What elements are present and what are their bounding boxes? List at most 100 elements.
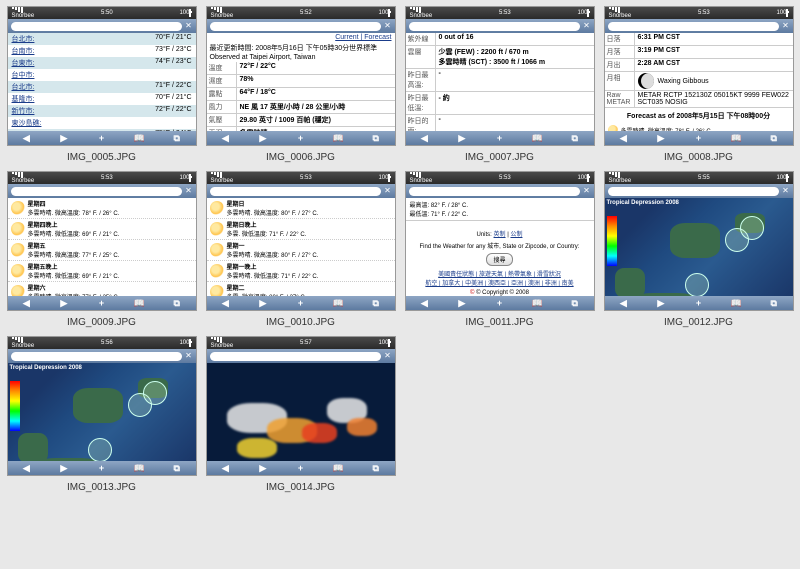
reload-icon[interactable]: ✕ xyxy=(782,187,790,195)
toolbar-bookmarks-button[interactable]: 📖 xyxy=(518,298,556,309)
toolbar-bookmarks-button[interactable]: 📖 xyxy=(717,298,755,309)
toolbar-tabs-button[interactable]: ⧉ xyxy=(755,298,793,309)
toolbar-fwd-button[interactable]: ▶ xyxy=(642,133,680,144)
city-link[interactable]: 臺南: xyxy=(12,130,28,131)
reload-icon[interactable]: ✕ xyxy=(583,187,591,195)
toolbar-bookmarks-button[interactable]: 📖 xyxy=(319,133,357,144)
city-row[interactable]: 台北市:71°F / 22°C xyxy=(8,81,196,93)
toolbar-fwd-button[interactable]: ▶ xyxy=(244,463,282,474)
url-field[interactable] xyxy=(409,22,580,31)
toolbar-fwd-button[interactable]: ▶ xyxy=(244,133,282,144)
url-field[interactable] xyxy=(11,352,182,361)
thumbnail-cell[interactable]: Snorbee5:53100 ✕日落6:31 PM CST月落3:19 PM C… xyxy=(603,6,794,163)
url-field[interactable] xyxy=(210,22,381,31)
city-row[interactable]: 基隆市:70°F / 21°C xyxy=(8,93,196,105)
thumbnail-cell[interactable]: Snorbee5:55100 ✕Tropical Depression 2008… xyxy=(603,171,794,328)
toolbar-back-button[interactable]: ◀ xyxy=(605,133,643,144)
city-link[interactable]: 台南市: xyxy=(12,46,35,56)
toolbar-add-button[interactable]: + xyxy=(680,133,718,143)
thumbnail-cell[interactable]: Snorbee5:53100 ✕最高溫: 82° F. / 28° C. 最低溫… xyxy=(404,171,595,328)
city-row[interactable]: 台北市:70°F / 21°C xyxy=(8,33,196,45)
reload-icon[interactable]: ✕ xyxy=(384,352,392,360)
city-link[interactable]: 台北市: xyxy=(12,34,35,44)
toolbar-tabs-button[interactable]: ⧉ xyxy=(357,298,395,309)
tropical-map[interactable]: Tropical Depression 2008 xyxy=(8,363,196,461)
city-link[interactable]: 台中市: xyxy=(12,70,35,80)
url-field[interactable] xyxy=(608,22,779,31)
toolbar-fwd-button[interactable]: ▶ xyxy=(642,298,680,309)
toolbar-bookmarks-button[interactable]: 📖 xyxy=(120,463,158,474)
region-links[interactable]: 美國責任狀態 | 旅遊天氣 | 熱帶氣象 | 滑雪狀況 航空 | 加拿大 | 中… xyxy=(425,269,573,287)
toolbar-add-button[interactable]: + xyxy=(481,298,519,308)
toolbar-tabs-button[interactable]: ⧉ xyxy=(556,298,594,309)
toolbar-bookmarks-button[interactable]: 📖 xyxy=(518,133,556,144)
thumbnail-cell[interactable]: Snorbee5:57100 ✕◀▶+📖⧉IMG_0014.JPG xyxy=(205,336,396,493)
city-row[interactable]: 臺南:75°F / 24°C xyxy=(8,129,196,131)
toolbar-back-button[interactable]: ◀ xyxy=(207,133,245,144)
toolbar-back-button[interactable]: ◀ xyxy=(207,463,245,474)
toolbar-add-button[interactable]: + xyxy=(83,133,121,143)
city-link[interactable]: 新竹市: xyxy=(12,106,35,116)
tropical-map[interactable]: Tropical Depression 2008 xyxy=(605,198,793,296)
toolbar-bookmarks-button[interactable]: 📖 xyxy=(319,298,357,309)
city-row[interactable]: 台東市:74°F / 23°C xyxy=(8,57,196,69)
url-field[interactable] xyxy=(11,187,182,196)
toolbar-fwd-button[interactable]: ▶ xyxy=(443,298,481,309)
toolbar-back-button[interactable]: ◀ xyxy=(406,298,444,309)
thumbnail-cell[interactable]: Snorbee5:56100 ✕Tropical Depression 2008… xyxy=(6,336,197,493)
url-field[interactable] xyxy=(210,352,381,361)
url-field[interactable] xyxy=(608,187,779,196)
toolbar-add-button[interactable]: + xyxy=(282,463,320,473)
nav-links[interactable]: Current | Forecast xyxy=(207,33,395,42)
reload-icon[interactable]: ✕ xyxy=(185,22,193,30)
toolbar-fwd-button[interactable]: ▶ xyxy=(45,133,83,144)
toolbar-tabs-button[interactable]: ⧉ xyxy=(158,133,196,144)
toolbar-back-button[interactable]: ◀ xyxy=(8,298,46,309)
city-link[interactable]: 台北市: xyxy=(12,82,35,92)
url-field[interactable] xyxy=(409,187,580,196)
toolbar-add-button[interactable]: + xyxy=(83,463,121,473)
toolbar-tabs-button[interactable]: ⧉ xyxy=(357,133,395,144)
toolbar-back-button[interactable]: ◀ xyxy=(605,298,643,309)
thumbnail-cell[interactable]: Snorbee5:50100 ✕台北市:70°F / 21°C台南市:73°F … xyxy=(6,6,197,163)
toolbar-add-button[interactable]: + xyxy=(680,298,718,308)
toolbar-bookmarks-button[interactable]: 📖 xyxy=(120,133,158,144)
toolbar-back-button[interactable]: ◀ xyxy=(8,463,46,474)
url-field[interactable] xyxy=(210,187,381,196)
city-row[interactable]: 台南市:73°F / 23°C xyxy=(8,45,196,57)
reload-icon[interactable]: ✕ xyxy=(384,22,392,30)
url-field[interactable] xyxy=(11,22,182,31)
toolbar-tabs-button[interactable]: ⧉ xyxy=(158,463,196,474)
toolbar-fwd-button[interactable]: ▶ xyxy=(45,463,83,474)
toolbar-tabs-button[interactable]: ⧉ xyxy=(158,298,196,309)
thumbnail-cell[interactable]: Snorbee5:53100 ✕星期四多雲時晴. 微高溫度: 78° F. / … xyxy=(6,171,197,328)
toolbar-fwd-button[interactable]: ▶ xyxy=(443,133,481,144)
city-row[interactable]: 台中市: xyxy=(8,69,196,81)
reload-icon[interactable]: ✕ xyxy=(583,22,591,30)
toolbar-tabs-button[interactable]: ⧉ xyxy=(357,463,395,474)
reload-icon[interactable]: ✕ xyxy=(185,352,193,360)
toolbar-bookmarks-button[interactable]: 📖 xyxy=(717,133,755,144)
city-link[interactable]: 基隆市: xyxy=(12,94,35,104)
toolbar-bookmarks-button[interactable]: 📖 xyxy=(319,463,357,474)
city-row[interactable]: 東沙島礁: xyxy=(8,117,196,129)
toolbar-add-button[interactable]: + xyxy=(83,298,121,308)
reload-icon[interactable]: ✕ xyxy=(384,187,392,195)
toolbar-back-button[interactable]: ◀ xyxy=(207,298,245,309)
satellite-image[interactable] xyxy=(207,363,395,461)
toolbar-back-button[interactable]: ◀ xyxy=(8,133,46,144)
reload-icon[interactable]: ✕ xyxy=(782,22,790,30)
city-link[interactable]: 台東市: xyxy=(12,58,35,68)
search-button[interactable]: 搜尋 xyxy=(486,253,512,266)
toolbar-tabs-button[interactable]: ⧉ xyxy=(755,133,793,144)
city-link[interactable]: 東沙島礁: xyxy=(12,118,42,128)
toolbar-fwd-button[interactable]: ▶ xyxy=(244,298,282,309)
thumbnail-cell[interactable]: Snorbee5:53100 ✕星期日多雲時晴. 微高溫度: 80° F. / … xyxy=(205,171,396,328)
reload-icon[interactable]: ✕ xyxy=(185,187,193,195)
thumbnail-cell[interactable]: Snorbee5:52100 ✕Current | Forecast最近更新時間… xyxy=(205,6,396,163)
toolbar-tabs-button[interactable]: ⧉ xyxy=(556,133,594,144)
toolbar-fwd-button[interactable]: ▶ xyxy=(45,298,83,309)
thumbnail-cell[interactable]: Snorbee5:53100 ✕紫外線0 out of 16雲層少雲 (FEW)… xyxy=(404,6,595,163)
toolbar-add-button[interactable]: + xyxy=(282,298,320,308)
toolbar-bookmarks-button[interactable]: 📖 xyxy=(120,298,158,309)
